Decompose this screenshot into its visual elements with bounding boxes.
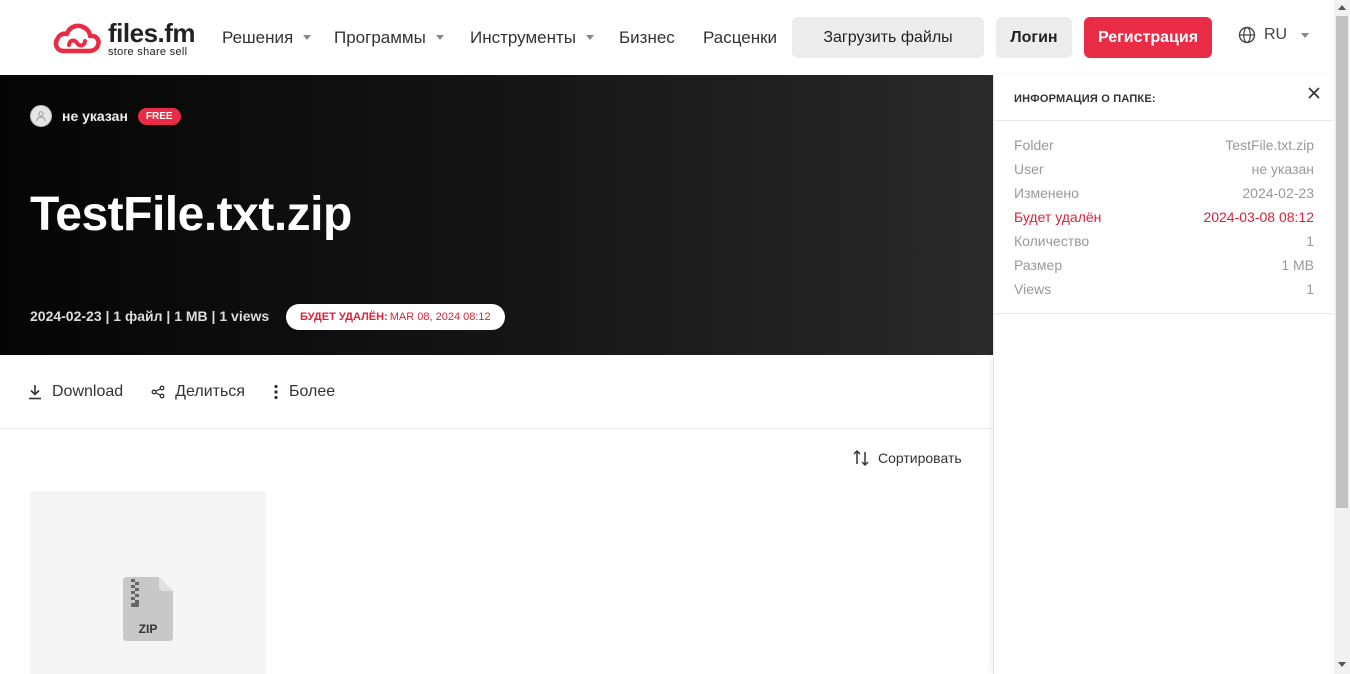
owner-name: не указан xyxy=(62,108,128,124)
nav-pricing-label: Расценки xyxy=(703,27,778,47)
info-row-views: Views 1 xyxy=(1014,277,1314,301)
share-label: Делиться xyxy=(175,382,245,400)
info-value: TestFile.txt.zip xyxy=(1225,137,1314,153)
sort-arrows-icon xyxy=(853,449,869,467)
info-key: Будет удалён xyxy=(1014,209,1102,225)
chevron-down-icon xyxy=(435,35,444,40)
chevron-down-icon xyxy=(1301,32,1310,38)
info-key: Folder xyxy=(1014,137,1054,153)
nav-tools-label: Инструменты xyxy=(470,27,577,47)
info-key: Views xyxy=(1014,281,1052,297)
sort-label: Сортировать xyxy=(878,450,962,466)
scroll-up-icon[interactable] xyxy=(1338,5,1346,10)
scrollbar-thumb[interactable] xyxy=(1336,16,1348,508)
info-value: 2024-03-08 08:12 xyxy=(1203,209,1314,225)
info-value: 1 xyxy=(1306,281,1314,297)
upload-files-button[interactable]: Загрузить файлы xyxy=(792,17,984,58)
more-button[interactable]: Более xyxy=(273,383,335,401)
nav-programs-label: Программы xyxy=(334,27,426,47)
logo-tagline: store share sell xyxy=(108,46,188,58)
folder-hero-banner: не указан FREE TestFile.txt.zip 2024-02-… xyxy=(0,75,993,355)
info-key: Размер xyxy=(1014,257,1063,273)
language-selector[interactable]: RU xyxy=(1238,26,1310,44)
folder-title: TestFile.txt.zip xyxy=(30,188,352,241)
download-label: Download xyxy=(52,382,124,400)
nav-solutions[interactable]: Решения xyxy=(222,0,312,75)
nav-pricing[interactable]: Расценки xyxy=(703,0,777,75)
chevron-down-icon xyxy=(303,35,312,40)
page-scrollbar[interactable] xyxy=(1334,0,1350,674)
info-row-folder: Folder TestFile.txt.zip xyxy=(1014,133,1314,157)
folder-action-bar: Download Делиться Более xyxy=(0,355,993,429)
folder-owner[interactable]: не указан FREE xyxy=(30,105,181,127)
share-icon xyxy=(151,385,165,398)
info-row-count: Количество 1 xyxy=(1014,229,1314,253)
register-button[interactable]: Регистрация xyxy=(1084,17,1212,58)
nav-solutions-label: Решения xyxy=(222,27,294,47)
folder-meta: 2024-02-23 | 1 файл | 1 MB | 1 views xyxy=(30,308,270,324)
info-value: 1 MB xyxy=(1281,257,1314,273)
info-value: 1 xyxy=(1306,233,1314,249)
folder-info-panel: ИНФОРМАЦИЯ О ПАПКЕ: Folder TestFile.txt.… xyxy=(993,75,1334,674)
logo-name: files.fm xyxy=(108,18,196,48)
files-fm-logo[interactable]: files.fm store share sell xyxy=(52,18,196,58)
more-label: Более xyxy=(288,382,336,400)
panel-title: ИНФОРМАЦИЯ О ПАПКЕ: xyxy=(1014,93,1156,105)
globe-icon xyxy=(1238,26,1256,44)
download-icon xyxy=(29,384,41,399)
file-tile[interactable]: ZIP xyxy=(30,491,266,674)
expiry-value: MAR 08, 2024 08:12 xyxy=(389,311,491,323)
avatar xyxy=(30,105,52,127)
info-value: 2024-02-23 xyxy=(1242,185,1314,201)
info-value: не указан xyxy=(1251,161,1314,177)
plan-badge: FREE xyxy=(137,107,181,125)
info-row-expires: Будет удалён 2024-03-08 08:12 xyxy=(1014,205,1314,229)
info-key: Изменено xyxy=(1014,185,1079,201)
share-button[interactable]: Делиться xyxy=(151,383,245,401)
user-icon xyxy=(36,111,46,122)
file-type-label: ZIP xyxy=(139,622,158,636)
scroll-down-icon[interactable] xyxy=(1338,662,1346,667)
expiry-label: БУДЕТ УДАЛЁН: xyxy=(300,311,388,323)
info-key: Количество xyxy=(1014,233,1090,249)
nav-business[interactable]: Бизнес xyxy=(619,0,675,75)
nav-programs[interactable]: Программы xyxy=(334,0,444,75)
close-icon[interactable] xyxy=(1304,83,1324,103)
info-row-user: User не указан xyxy=(1014,157,1314,181)
info-row-modified: Изменено 2024-02-23 xyxy=(1014,181,1314,205)
nav-tools[interactable]: Инструменты xyxy=(470,0,595,75)
zip-file-icon: ZIP xyxy=(123,577,173,641)
login-button[interactable]: Логин xyxy=(996,17,1072,58)
more-vertical-icon xyxy=(274,384,278,399)
cloud-logo-icon xyxy=(53,23,101,54)
expiry-badge: БУДЕТ УДАЛЁН: MAR 08, 2024 08:12 xyxy=(286,304,505,330)
nav-business-label: Бизнес xyxy=(619,27,675,47)
sort-button[interactable]: Сортировать xyxy=(852,449,962,467)
chevron-down-icon xyxy=(586,35,595,40)
folder-info-list: Folder TestFile.txt.zip User не указан И… xyxy=(994,121,1334,314)
info-key: User xyxy=(1014,161,1044,177)
download-button[interactable]: Download xyxy=(28,383,123,401)
language-code: RU xyxy=(1264,26,1288,43)
info-row-size: Размер 1 MB xyxy=(1014,253,1314,277)
top-navigation-bar: files.fm store share sell Решения Програ… xyxy=(0,0,1334,75)
